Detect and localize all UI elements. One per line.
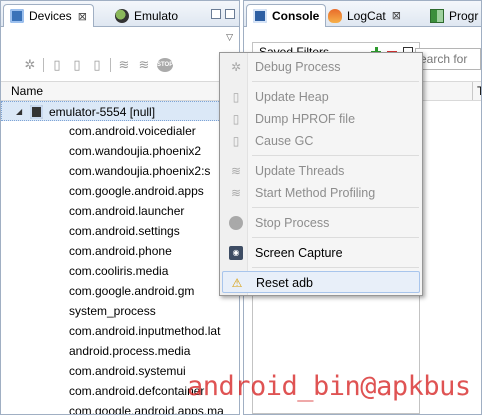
logcat-search-input[interactable]: earch for bbox=[415, 48, 481, 70]
logcat-icon bbox=[328, 8, 342, 23]
menu-item-cause-gc[interactable]: ▯ Cause GC bbox=[222, 130, 420, 152]
profiling-icon: ≋ bbox=[230, 186, 242, 200]
tab-devices-label: Devices bbox=[29, 9, 72, 23]
dump-hprof-icon[interactable]: ▯ bbox=[70, 58, 84, 72]
menu-separator bbox=[252, 81, 419, 82]
device-label: emulator-5554 [null] bbox=[49, 105, 156, 119]
process-row[interactable]: com.google.android.gm bbox=[1, 281, 239, 301]
stop-icon: STOP bbox=[229, 216, 243, 230]
tab-progress[interactable]: Progr bbox=[424, 4, 481, 27]
watermark-text: android_bin@apkbus bbox=[187, 371, 471, 402]
menu-separator bbox=[252, 155, 419, 156]
tab-devices[interactable]: Devices ⊠ bbox=[3, 4, 94, 27]
menu-item-reset-adb[interactable]: ⚠ Reset adb bbox=[222, 271, 420, 293]
menu-item-label: Dump HPROF file bbox=[255, 112, 356, 126]
menu-item-label: Update Heap bbox=[255, 90, 329, 104]
minimize-icon[interactable] bbox=[211, 9, 221, 19]
device-tree: ◢ emulator-5554 [null] com.android.voice… bbox=[1, 101, 239, 414]
menu-item-label: Reset adb bbox=[256, 276, 313, 290]
process-row[interactable]: com.android.settings bbox=[1, 221, 239, 241]
logcat-column-label[interactable]: T bbox=[477, 84, 481, 98]
menu-item-label: Cause GC bbox=[255, 134, 314, 148]
tab-logcat-label: LogCat bbox=[347, 8, 386, 23]
devices-icon bbox=[10, 9, 24, 23]
process-row[interactable]: com.google.android.apps bbox=[1, 181, 239, 201]
menu-item-dump-hprof[interactable]: ▯ Dump HPROF file bbox=[222, 108, 420, 130]
toolbar-separator bbox=[43, 58, 44, 72]
update-heap-icon[interactable]: ▯ bbox=[50, 58, 64, 72]
menu-item-debug-process[interactable]: ✲ Debug Process bbox=[222, 56, 420, 78]
maximize-icon[interactable] bbox=[225, 9, 235, 19]
devices-view: Devices ⊠ Emulato ▽ ✲ ▯ ▯ ▯ ≋ ≋ STOP Nam… bbox=[0, 0, 240, 415]
menu-separator bbox=[252, 237, 419, 238]
gc-icon: ▯ bbox=[232, 134, 240, 148]
column-separator bbox=[472, 82, 473, 100]
process-row[interactable]: com.wandoujia.phoenix2 bbox=[1, 141, 239, 161]
tab-console-label: Console bbox=[272, 9, 320, 23]
camera-icon: ◉ bbox=[229, 246, 243, 260]
menu-separator bbox=[252, 267, 419, 268]
menu-item-start-method-profiling[interactable]: ≋ Start Method Profiling bbox=[222, 182, 420, 204]
process-row[interactable]: com.android.phone bbox=[1, 241, 239, 261]
tab-logcat[interactable]: LogCat ⊠ bbox=[322, 4, 407, 27]
menu-item-label: Start Method Profiling bbox=[255, 186, 376, 200]
close-icon[interactable]: ⊠ bbox=[392, 9, 401, 22]
menu-item-update-threads[interactable]: ≋ Update Threads bbox=[222, 160, 420, 182]
toolbar-separator bbox=[110, 58, 111, 72]
warning-icon: ⚠ bbox=[231, 276, 243, 290]
tab-console[interactable]: Console bbox=[246, 4, 327, 27]
update-threads-icon[interactable]: ≋ bbox=[117, 58, 131, 72]
bug-icon: ✲ bbox=[230, 60, 242, 74]
logcat-column-header: T bbox=[416, 81, 481, 101]
menu-item-label: Stop Process bbox=[255, 216, 330, 230]
menu-item-label: Debug Process bbox=[255, 60, 341, 74]
process-row[interactable]: com.google.android.apps.ma bbox=[1, 401, 239, 414]
view-context-menu: ✲ Debug Process ▯ Update Heap ▯ Dump HPR… bbox=[219, 52, 423, 296]
process-row[interactable]: android.process.media bbox=[1, 341, 239, 361]
process-row[interactable]: system_process bbox=[1, 301, 239, 321]
menu-item-update-heap[interactable]: ▯ Update Heap bbox=[222, 86, 420, 108]
menu-item-label: Update Threads bbox=[255, 164, 345, 178]
tab-emulator-control[interactable]: Emulato bbox=[109, 4, 184, 27]
menu-separator bbox=[252, 207, 419, 208]
emulator-icon bbox=[115, 8, 129, 23]
devices-tabbar: Devices ⊠ Emulato bbox=[1, 1, 239, 27]
heap-icon: ▯ bbox=[232, 90, 240, 104]
view-window-controls bbox=[211, 9, 235, 19]
view-menu-icon[interactable]: ▽ bbox=[226, 32, 233, 43]
expand-icon[interactable]: ◢ bbox=[16, 102, 22, 122]
threads-icon: ≋ bbox=[230, 164, 242, 178]
method-profiling-icon[interactable]: ≋ bbox=[137, 58, 151, 72]
process-row[interactable]: com.wandoujia.phoenix2:s bbox=[1, 161, 239, 181]
menu-item-label: Screen Capture bbox=[255, 246, 343, 260]
process-row[interactable]: com.android.launcher bbox=[1, 201, 239, 221]
device-row[interactable]: ◢ emulator-5554 [null] bbox=[1, 101, 239, 121]
devices-toolbar: ✲ ▯ ▯ ▯ ≋ ≋ STOP bbox=[1, 53, 239, 77]
tab-emulator-label: Emulato bbox=[134, 8, 179, 23]
menu-item-screen-capture[interactable]: ◉ Screen Capture bbox=[222, 242, 420, 264]
console-icon bbox=[253, 9, 267, 23]
debug-icon[interactable]: ✲ bbox=[23, 58, 37, 72]
process-row[interactable]: com.cooliris.media bbox=[1, 261, 239, 281]
progress-icon bbox=[430, 8, 444, 23]
name-column-header[interactable]: Name bbox=[1, 81, 239, 101]
cause-gc-icon[interactable]: ▯ bbox=[90, 58, 104, 72]
menu-item-stop-process[interactable]: STOP Stop Process bbox=[222, 212, 420, 234]
phone-icon bbox=[30, 105, 43, 119]
close-icon[interactable]: ⊠ bbox=[78, 10, 87, 23]
process-row[interactable]: com.android.voicedialer bbox=[1, 121, 239, 141]
console-tabbar: Console LogCat ⊠ Progr bbox=[244, 1, 481, 27]
process-row[interactable]: com.android.inputmethod.lat bbox=[1, 321, 239, 341]
hprof-icon: ▯ bbox=[232, 112, 240, 126]
stop-process-icon[interactable]: STOP bbox=[157, 58, 173, 72]
tab-progress-label: Progr bbox=[449, 8, 479, 23]
